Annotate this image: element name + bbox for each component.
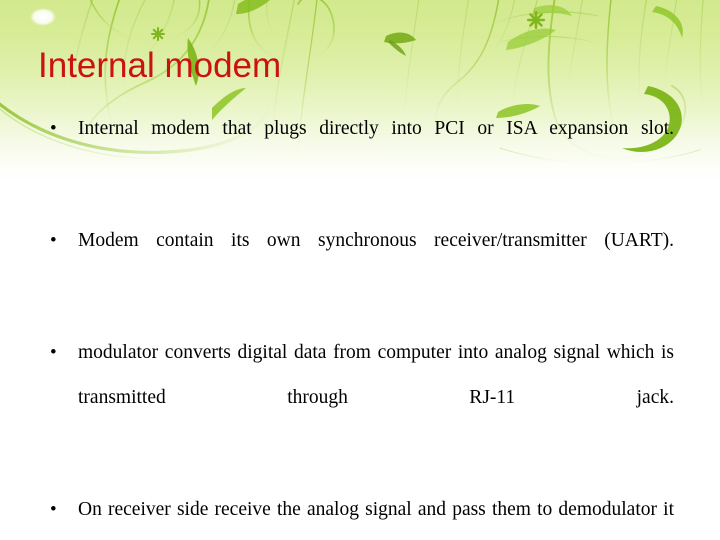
list-item-text: Modem contain its own synchronous receiv… bbox=[78, 230, 674, 251]
list-item-text: On receiver side receive the analog sign… bbox=[78, 499, 674, 520]
bullet-marker-icon: • bbox=[50, 342, 57, 363]
white-highlight-dot bbox=[30, 8, 56, 26]
list-item-text: modulator converts digital data from com… bbox=[78, 342, 674, 408]
flower-asterisk-right bbox=[527, 11, 545, 29]
flower-asterisk-left bbox=[151, 27, 165, 41]
bullet-marker-icon: • bbox=[50, 118, 57, 139]
slide: Internal modem • Internal modem that plu… bbox=[0, 0, 720, 540]
list-item: • Modem contain its own synchronous rece… bbox=[44, 218, 674, 308]
bullet-marker-icon: • bbox=[50, 230, 57, 251]
list-item: • Internal modem that plugs directly int… bbox=[44, 106, 674, 196]
list-item: • modulator converts digital data from c… bbox=[44, 330, 674, 465]
list-item-text: Internal modem that plugs directly into … bbox=[78, 118, 674, 139]
page-title: Internal modem bbox=[38, 46, 282, 85]
list-item: • On receiver side receive the analog si… bbox=[44, 487, 674, 540]
bullet-marker-icon: • bbox=[50, 499, 57, 520]
bullet-list: • Internal modem that plugs directly int… bbox=[44, 106, 674, 540]
